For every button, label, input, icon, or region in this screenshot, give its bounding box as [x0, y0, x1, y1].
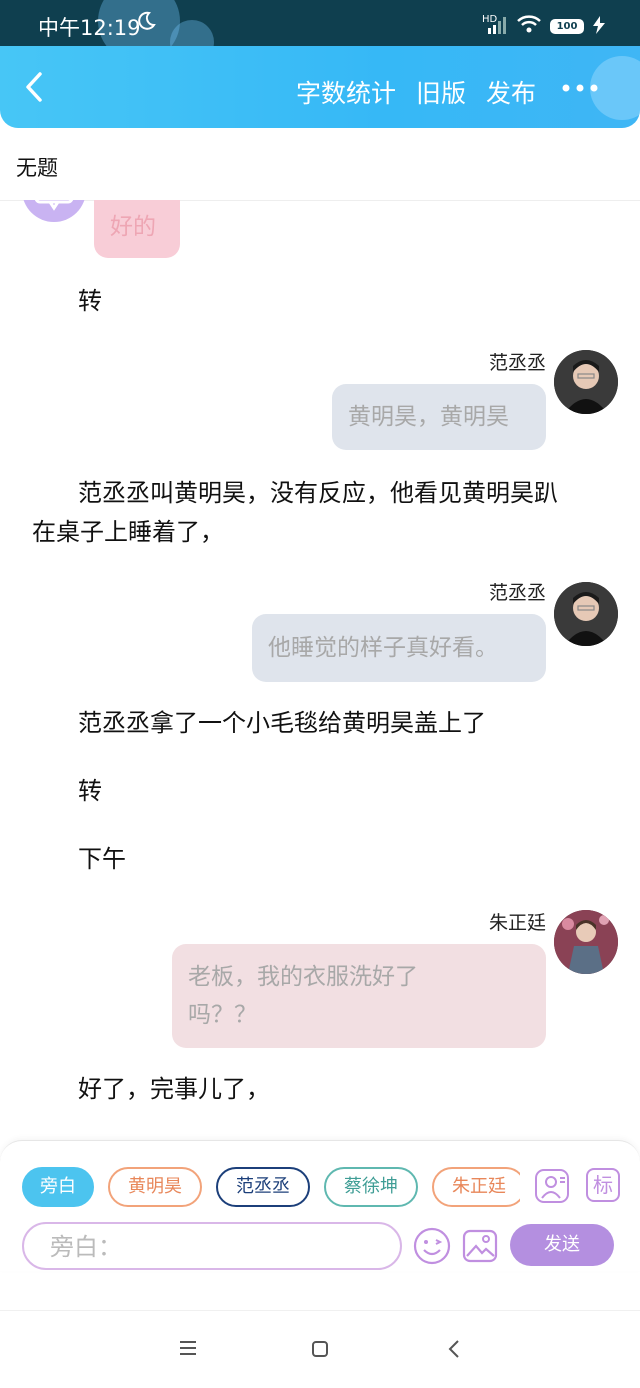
avatar: [22, 200, 86, 222]
message-bubble: 老板，我的衣服洗好了 吗？？: [172, 944, 546, 1048]
story-content[interactable]: 好的 转 范丞丞 黄明昊，黄明昊 范丞丞叫黄明昊，没有反应，他看见黄明昊趴 在桌…: [0, 200, 640, 1140]
manage-roles-icon[interactable]: [534, 1168, 570, 1204]
publish-button[interactable]: 发布: [486, 78, 536, 110]
speaker-avatar: [554, 910, 618, 974]
person-photo-icon: [554, 582, 618, 646]
menu-icon[interactable]: [178, 1339, 198, 1357]
speaker-name: 范丞丞: [488, 582, 546, 604]
narration-text: 转: [78, 287, 102, 315]
message-bubble: 黄明昊，黄明昊: [332, 384, 546, 450]
narration-text: 范丞丞拿了一个小毛毯给黄明昊盖上了: [78, 709, 486, 737]
battery-indicator: 100: [550, 19, 584, 34]
message-text: 吗？？: [188, 1002, 257, 1028]
narration-text: 下午: [78, 845, 126, 873]
story-title: 无题: [16, 156, 58, 180]
clock: 中午12:19: [38, 16, 141, 40]
message-bubble: 他睡觉的样子真好看。: [252, 614, 546, 682]
wifi-icon: [517, 15, 541, 33]
system-nav-bar: [0, 1310, 640, 1388]
role-chip-zhuzhengting[interactable]: 朱正廷: [432, 1167, 520, 1207]
image-icon[interactable]: [462, 1228, 498, 1264]
role-chip-huangminghao[interactable]: 黄明昊: [108, 1167, 202, 1207]
message-text: 好的: [110, 214, 156, 240]
speaker-avatar: [554, 350, 618, 414]
app-header: 字数统计 旧版 发布: [0, 46, 640, 128]
home-icon[interactable]: [310, 1339, 330, 1359]
word-count-button[interactable]: 字数统计: [296, 78, 396, 110]
message-text: 他睡觉的样子真好看。: [268, 635, 498, 661]
chat-bubble-icon: [35, 200, 73, 211]
narration-text: 在桌子上睡着了，: [32, 518, 224, 546]
speaker-name: 范丞丞: [488, 352, 546, 374]
moon-icon: [138, 11, 156, 30]
person-photo-icon: [554, 910, 618, 974]
role-chip-caixukun[interactable]: 蔡徐坤: [324, 1167, 418, 1207]
message-text: 黄明昊，黄明昊: [348, 404, 509, 430]
more-options-icon[interactable]: [560, 68, 600, 108]
signal-icon: [488, 17, 506, 34]
message-input[interactable]: [48, 1232, 382, 1262]
person-photo-icon: [554, 350, 618, 414]
role-chip-clip: 朱正廷: [432, 1167, 520, 1207]
message-input-wrapper: [22, 1222, 402, 1270]
charging-icon: [593, 16, 605, 34]
emoji-icon[interactable]: [412, 1226, 452, 1266]
speaker-name: 朱正廷: [488, 912, 546, 934]
role-chip-fanchengcheng[interactable]: 范丞丞: [216, 1167, 310, 1207]
speaker-avatar: [554, 582, 618, 646]
status-bar: 中午12:19 HD 100: [0, 0, 640, 46]
message-bubble: 好的: [94, 200, 180, 258]
narration-text: 转: [78, 777, 102, 805]
tag-button[interactable]: 标: [586, 1168, 620, 1202]
narration-text: 范丞丞叫黄明昊，没有反应，他看见黄明昊趴: [78, 479, 558, 507]
role-chip-narrator[interactable]: 旁白: [22, 1167, 94, 1207]
story-title-row[interactable]: 无题: [0, 128, 640, 201]
old-version-button[interactable]: 旧版: [416, 78, 466, 110]
send-button[interactable]: 发送: [510, 1224, 614, 1266]
narration-text: 好了，完事儿了，: [78, 1075, 270, 1103]
back-nav-icon[interactable]: [446, 1339, 462, 1359]
back-arrow-icon[interactable]: [18, 70, 52, 104]
message-text: 老板，我的衣服洗好了: [188, 964, 418, 990]
